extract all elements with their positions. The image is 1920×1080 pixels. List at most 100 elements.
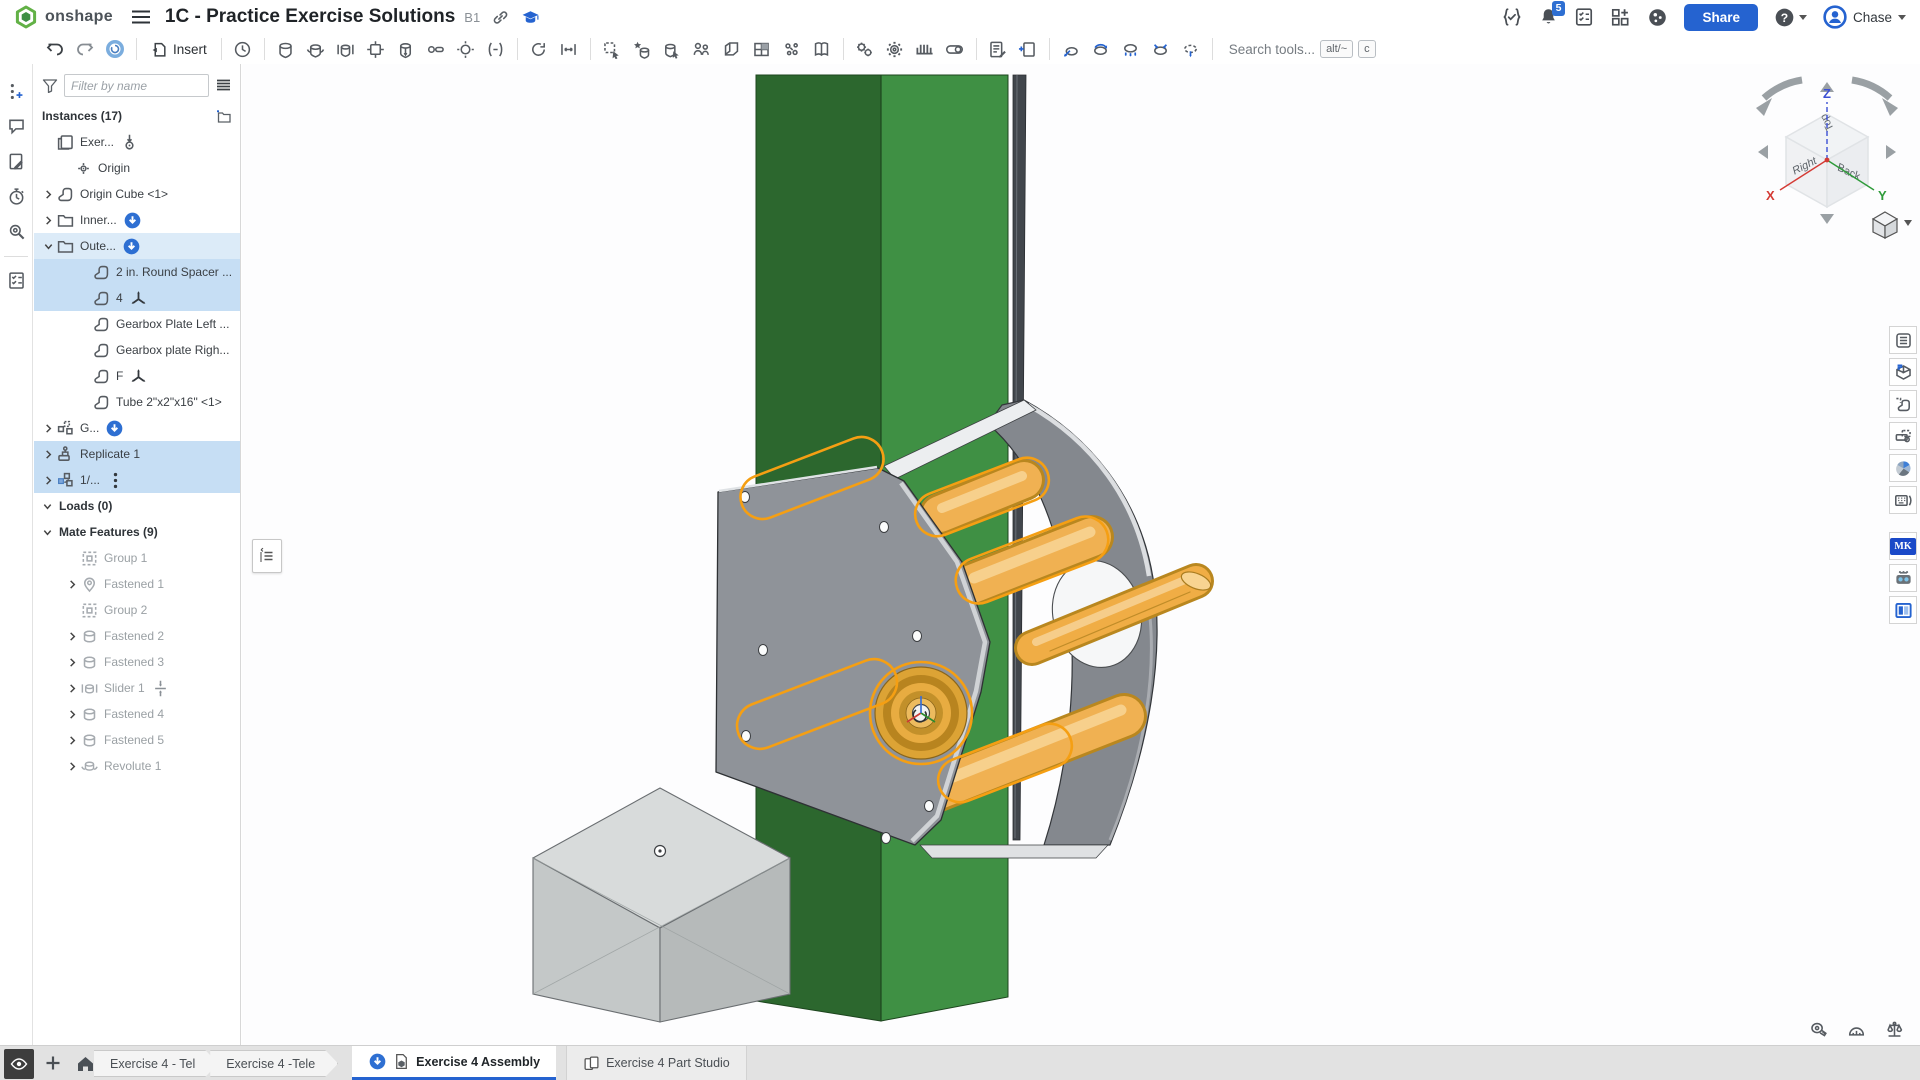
split-layout-panel-button[interactable] bbox=[1889, 596, 1917, 624]
display-states-button[interactable] bbox=[1178, 37, 1204, 61]
down-circle-icon[interactable] bbox=[122, 237, 141, 256]
tasks-icon[interactable] bbox=[1574, 7, 1594, 27]
pin-slot-mate-button[interactable] bbox=[423, 37, 449, 61]
measure-tape-button[interactable] bbox=[1806, 1017, 1830, 1041]
instance-row[interactable]: Replicate 1 bbox=[34, 441, 240, 467]
mate-row[interactable]: Group 2 bbox=[34, 597, 240, 623]
transform-select-button[interactable] bbox=[599, 37, 625, 61]
instance-row[interactable]: Inner... bbox=[34, 207, 240, 233]
chevron-right-icon[interactable] bbox=[64, 631, 80, 642]
measure-mass-button[interactable] bbox=[1882, 1017, 1906, 1041]
tilt-down-arrow[interactable] bbox=[1820, 214, 1834, 224]
rotate-right-arrow[interactable] bbox=[1852, 80, 1890, 98]
instance-row[interactable]: 1/... bbox=[34, 467, 240, 493]
list-view-icon[interactable] bbox=[215, 78, 232, 93]
filter-funnel-icon[interactable] bbox=[42, 78, 58, 93]
sync-update-button[interactable] bbox=[102, 37, 128, 61]
measure-angle-button[interactable] bbox=[1844, 1017, 1868, 1041]
animate-view-button[interactable] bbox=[1088, 37, 1114, 61]
mate-row[interactable]: Revolute 1 bbox=[34, 753, 240, 779]
chevron-right-icon[interactable] bbox=[64, 683, 80, 694]
chevron-right-icon[interactable] bbox=[64, 657, 80, 668]
instance-row[interactable]: Oute... bbox=[34, 233, 240, 259]
tab-exercise-4-tele[interactable]: Exercise 4 -Tele bbox=[210, 1050, 338, 1077]
rotate-cw-arrow[interactable] bbox=[1758, 145, 1768, 159]
share-button[interactable]: Share bbox=[1684, 4, 1758, 31]
instance-row[interactable]: Gearbox plate Righ... bbox=[34, 337, 240, 363]
loads-header-row[interactable]: Loads (0) bbox=[34, 493, 240, 519]
rotate-left-arrow[interactable] bbox=[1764, 80, 1802, 98]
frame-selection-panel-button[interactable] bbox=[1889, 422, 1917, 450]
configurations-panel-button[interactable] bbox=[1889, 358, 1917, 386]
undo-button[interactable] bbox=[42, 37, 68, 61]
exploded-views-button[interactable] bbox=[1058, 37, 1084, 61]
publication-button[interactable] bbox=[809, 37, 835, 61]
planar-mate-button[interactable] bbox=[363, 37, 389, 61]
mates-header-row[interactable]: Mate Features (9) bbox=[34, 519, 240, 545]
app-store-grid-icon[interactable] bbox=[1610, 7, 1631, 27]
user-menu[interactable]: Chase bbox=[1823, 5, 1906, 29]
mate-row[interactable]: Group 1 bbox=[34, 545, 240, 571]
mate-row[interactable]: Fastened 1 bbox=[34, 571, 240, 597]
bot-addon-panel-button[interactable] bbox=[1889, 564, 1917, 592]
filter-input[interactable] bbox=[64, 74, 209, 97]
add-folder-icon[interactable] bbox=[215, 109, 232, 124]
down-circle-icon[interactable] bbox=[105, 419, 124, 438]
instance-row[interactable]: Tube 2"x2"x16" <1> bbox=[34, 389, 240, 415]
tab-exercise-4-tel[interactable]: Exercise 4 - Tel bbox=[94, 1050, 218, 1077]
mate-row[interactable]: Fastened 5 bbox=[34, 727, 240, 753]
chevron-right-icon[interactable] bbox=[64, 579, 80, 590]
mate-connector-clock-button[interactable] bbox=[230, 37, 256, 61]
rotate-tool-button[interactable] bbox=[526, 37, 552, 61]
release-notes-button[interactable] bbox=[3, 148, 29, 174]
mate-row[interactable]: Fastened 4 bbox=[34, 701, 240, 727]
tab-exercise-4-assembly[interactable]: Exercise 4 Assembly bbox=[352, 1046, 556, 1080]
down-circle-icon[interactable] bbox=[123, 211, 142, 230]
mate-row[interactable]: Slider 1 bbox=[34, 675, 240, 701]
snapshot-views-button[interactable] bbox=[1118, 37, 1144, 61]
instance-row[interactable]: 2 in. Round Spacer ... bbox=[34, 259, 240, 285]
collaborate-button[interactable] bbox=[689, 37, 715, 61]
toggle-switch-button[interactable] bbox=[942, 37, 968, 61]
help-menu[interactable]: ? bbox=[1774, 7, 1807, 28]
fastened-mate-button[interactable] bbox=[273, 37, 299, 61]
add-tab-button[interactable] bbox=[38, 1046, 68, 1080]
ball-mate-button[interactable] bbox=[453, 37, 479, 61]
rotate-ccw-arrow[interactable] bbox=[1886, 145, 1896, 159]
learning-cap-icon[interactable] bbox=[521, 9, 540, 25]
tab-exercise-4-part-studio[interactable]: Exercise 4 Part Studio bbox=[566, 1046, 747, 1080]
chevron-right-icon[interactable] bbox=[64, 761, 80, 772]
explode-parts-button[interactable] bbox=[779, 37, 805, 61]
instance-row[interactable]: Origin Cube <1> bbox=[34, 181, 240, 207]
resource-globe-icon[interactable] bbox=[1647, 7, 1668, 28]
link-icon[interactable] bbox=[492, 9, 509, 26]
tangent-mate-button[interactable] bbox=[483, 37, 509, 61]
revolute-mate-button[interactable] bbox=[303, 37, 329, 61]
comments-button[interactable] bbox=[3, 113, 29, 139]
notifications-bell-icon[interactable]: 5 bbox=[1539, 7, 1558, 27]
hamburger-menu-icon[interactable] bbox=[131, 9, 151, 25]
graphics-area[interactable]: Top Right Back Z X Y MK bbox=[242, 64, 1920, 1045]
instance-row[interactable]: Origin bbox=[34, 155, 240, 181]
tree-collapse-button[interactable] bbox=[252, 539, 282, 573]
instance-structure-button[interactable] bbox=[3, 78, 29, 104]
task-checklist-button[interactable] bbox=[3, 267, 29, 293]
chevron-right-icon[interactable] bbox=[40, 475, 56, 486]
spotlight-search-button[interactable] bbox=[3, 218, 29, 244]
instance-row[interactable]: F bbox=[34, 363, 240, 389]
chevron-right-icon[interactable] bbox=[40, 189, 56, 200]
search-tools[interactable]: Search tools... alt/~ c bbox=[1229, 40, 1376, 58]
in-context-edit-button[interactable] bbox=[629, 37, 655, 61]
derived-part-panel-button[interactable] bbox=[1889, 390, 1917, 418]
isometric-view-button[interactable] bbox=[1873, 212, 1912, 238]
history-button[interactable] bbox=[3, 183, 29, 209]
edit-in-place-button[interactable] bbox=[659, 37, 685, 61]
new-element-button[interactable] bbox=[1015, 37, 1041, 61]
gear-relation-button[interactable] bbox=[882, 37, 908, 61]
named-view-window-button[interactable] bbox=[749, 37, 775, 61]
shortcut-keys-panel-button[interactable] bbox=[1889, 486, 1917, 514]
version-badge[interactable]: B1 bbox=[464, 10, 480, 25]
redo-button[interactable] bbox=[72, 37, 98, 61]
bom-table-panel-button[interactable] bbox=[1889, 326, 1917, 354]
slider-mate-button[interactable] bbox=[333, 37, 359, 61]
